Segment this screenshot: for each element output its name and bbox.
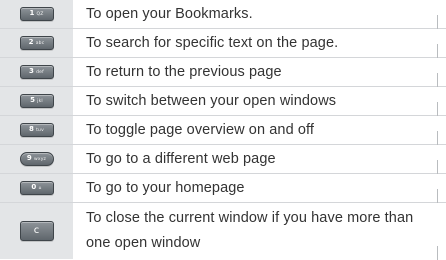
key-cell: 8 tuv — [0, 116, 73, 144]
key-cell: 1 QZ — [0, 0, 73, 28]
divider — [437, 73, 438, 87]
table-row: 2 abc To search for specific text on the … — [0, 29, 446, 58]
key-label: 8 tuv — [29, 125, 44, 134]
divider — [437, 246, 438, 260]
key-label: 2 abc — [28, 38, 45, 47]
key-cell: 3 def — [0, 58, 73, 86]
table-row: c To close the current window if you hav… — [0, 203, 446, 260]
key-label: 1 QZ — [29, 9, 44, 18]
divider — [437, 15, 438, 29]
key-cell: c — [0, 203, 73, 259]
key-2-icon: 2 abc — [19, 36, 54, 50]
key-cell: 0 ⌂ — [0, 174, 73, 202]
key-cell: 9 wxyz — [0, 145, 73, 173]
key-1-icon: 1 QZ — [19, 7, 54, 21]
table-row: 5 jkl To switch between your open windows — [0, 87, 446, 116]
table-row: 3 def To return to the previous page — [0, 58, 446, 87]
table-row: 9 wxyz To go to a different web page — [0, 145, 446, 174]
description-cell: To go to a different web page — [73, 145, 446, 173]
table-row: 0 ⌂ To go to your homepage — [0, 174, 446, 203]
key-cell: 5 jkl — [0, 87, 73, 115]
key-8-icon: 8 tuv — [19, 123, 54, 137]
divider — [437, 160, 438, 174]
key-label: 3 def — [29, 67, 44, 76]
key-label: 0 ⌂ — [31, 183, 42, 192]
description-cell: To return to the previous page — [73, 58, 446, 86]
description-cell: To search for specific text on the page. — [73, 29, 446, 57]
key-5-icon: 5 jkl — [19, 94, 54, 108]
table-row: 8 tuv To toggle page overview on and off — [0, 116, 446, 145]
key-label: c — [33, 225, 40, 236]
table-row: 1 QZ To open your Bookmarks. — [0, 0, 446, 29]
key-0-icon: 0 ⌂ — [19, 181, 54, 195]
key-label: 9 wxyz — [26, 154, 47, 163]
key-cell: 2 abc — [0, 29, 73, 57]
description-cell: To open your Bookmarks. — [73, 0, 446, 28]
divider — [437, 102, 438, 116]
description-cell: To close the current window if you have … — [73, 203, 446, 259]
description-cell: To go to your homepage — [73, 174, 446, 202]
description-cell: To toggle page overview on and off — [73, 116, 446, 144]
divider — [437, 44, 438, 58]
description-cell: To switch between your open windows — [73, 87, 446, 115]
key-9-icon: 9 wxyz — [19, 152, 54, 166]
key-label: 5 jkl — [30, 96, 43, 105]
key-3-icon: 3 def — [19, 65, 54, 79]
divider — [437, 189, 438, 203]
clear-key-icon: c — [19, 221, 54, 241]
keypad-shortcut-table: 1 QZ To open your Bookmarks. 2 abc To sear… — [0, 0, 446, 260]
divider — [437, 131, 438, 145]
